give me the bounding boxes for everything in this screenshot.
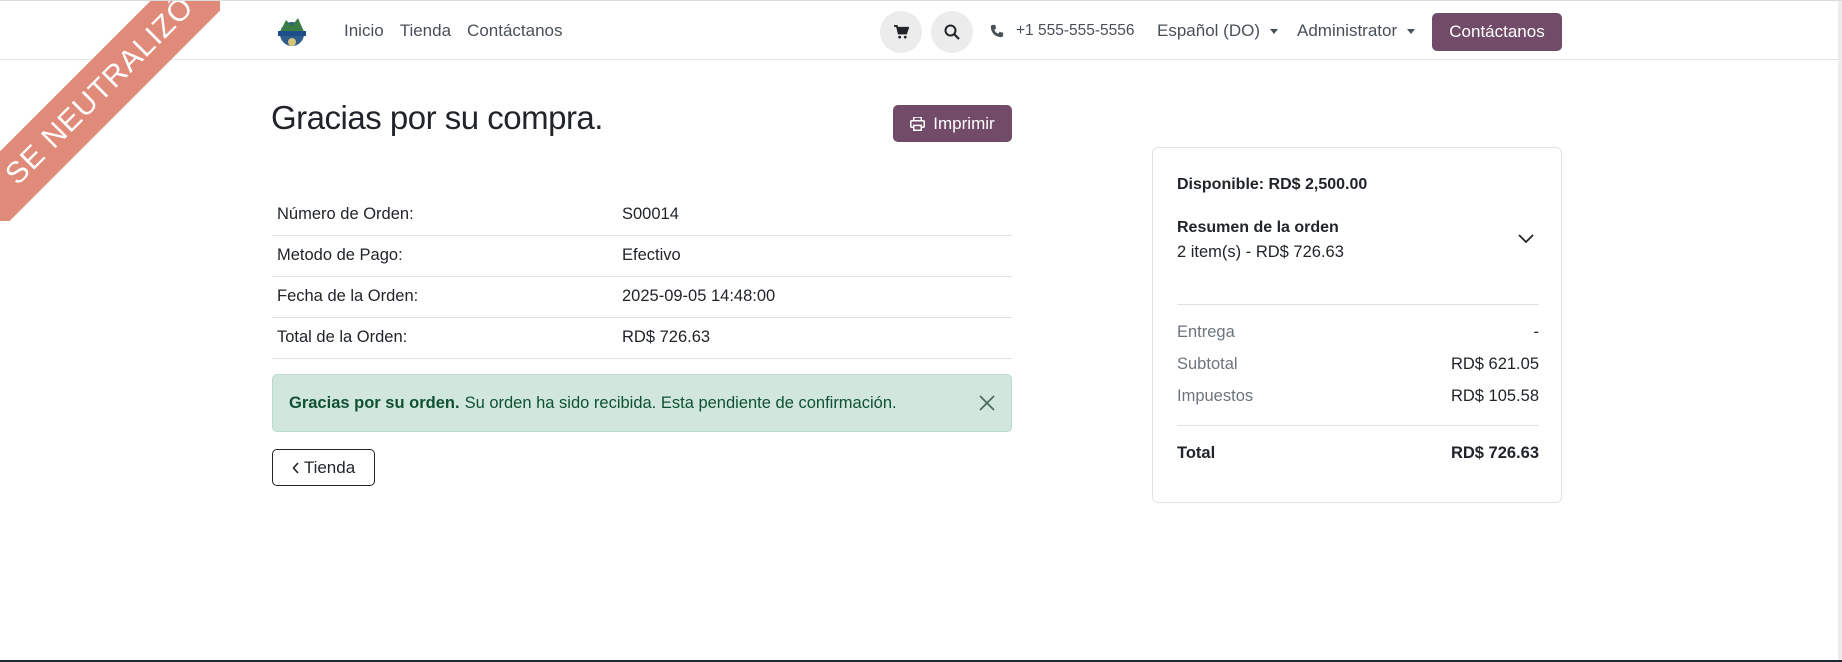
search-button[interactable] [931,11,973,53]
subtotal-label: Subtotal [1177,355,1238,373]
table-row: Fecha de la Orden: 2025-09-05 14:48:00 [272,276,1012,318]
close-icon[interactable] [977,393,997,413]
delivery-row: Entrega - [1177,323,1539,342]
subtotal-value: RD$ 621.05 [1450,355,1539,373]
delivery-label: Entrega [1177,323,1235,341]
language-dropdown[interactable]: Español (DO) [1157,21,1278,41]
order-number-value: S00014 [617,194,1012,236]
taxes-row: Impuestos RD$ 105.58 [1177,387,1539,406]
taxes-value: RD$ 105.58 [1450,387,1539,405]
user-label: Administrator [1297,21,1398,40]
table-row: Metodo de Pago: Efectivo [272,235,1012,277]
chevron-down-icon[interactable] [1517,230,1535,248]
print-button[interactable]: Imprimir [893,105,1012,142]
chevron-left-icon [292,461,299,474]
order-total-label: Total de la Orden: [272,317,617,359]
main-nav: Inicio Tienda Contáctanos [344,21,563,41]
contact-button[interactable]: Contáctanos [1432,13,1562,51]
scrollbar[interactable] [1838,1,1842,662]
divider [1177,304,1539,305]
divider [1177,425,1539,426]
available-balance: Disponible: RD$ 2,500.00 [1177,176,1368,193]
order-number-label: Número de Orden: [272,194,617,236]
payment-method-label: Metodo de Pago: [272,235,617,277]
print-label: Imprimir [933,113,995,133]
printer-icon [910,116,926,131]
nav-tienda[interactable]: Tienda [400,21,451,41]
order-date-label: Fecha de la Orden: [272,276,617,318]
total-value: RD$ 726.63 [1450,444,1539,462]
header: Inicio Tienda Contáctanos +1 555-555-555… [0,2,1838,60]
order-info-table: Número de Orden: S00014 Metodo de Pago: … [272,194,1012,359]
phone-link[interactable]: +1 555-555-5556 [990,22,1135,40]
payment-method-value: Efectivo [617,235,1012,277]
caret-down-icon [1407,28,1416,34]
caret-down-icon [1269,28,1278,34]
order-date-value: 2025-09-05 14:48:00 [617,276,1012,318]
subtotal-row: Subtotal RD$ 621.05 [1177,355,1539,374]
total-label: Total [1177,444,1216,462]
back-to-shop-button[interactable]: Tienda [272,449,375,486]
nav-inicio[interactable]: Inicio [344,21,384,41]
summary-title: Resumen de la orden [1177,219,1339,236]
phone-number: +1 555-555-5556 [1016,22,1135,39]
total-row: Total RD$ 726.63 [1177,444,1539,463]
site-logo[interactable] [274,14,310,50]
delivery-value: - [1533,323,1540,341]
back-label: Tienda [303,457,356,477]
nav-contactanos[interactable]: Contáctanos [467,21,562,41]
phone-icon [990,24,1004,38]
table-row: Número de Orden: S00014 [272,194,1012,236]
success-alert: Gracias por su orden. Su orden ha sido r… [272,374,1012,432]
user-dropdown[interactable]: Administrator [1297,21,1416,41]
page-title: Gracias por su compra. [271,99,603,136]
cart-button[interactable] [880,11,922,53]
alert-bold-text: Gracias por su orden. [289,393,460,412]
alert-text: Su orden ha sido recibida. Esta pendient… [464,393,897,412]
order-total-value: RD$ 726.63 [617,317,1012,359]
taxes-label: Impuestos [1177,387,1254,405]
page: Inicio Tienda Contáctanos +1 555-555-555… [0,0,1842,662]
language-label: Español (DO) [1157,21,1260,40]
shopping-cart-icon [893,25,909,39]
order-summary-card: Disponible: RD$ 2,500.00 Resumen de la o… [1152,147,1562,503]
summary-subtitle: 2 item(s) - RD$ 726.63 [1177,243,1344,261]
table-row: Total de la Orden: RD$ 726.63 [272,317,1012,359]
search-icon [944,24,960,40]
